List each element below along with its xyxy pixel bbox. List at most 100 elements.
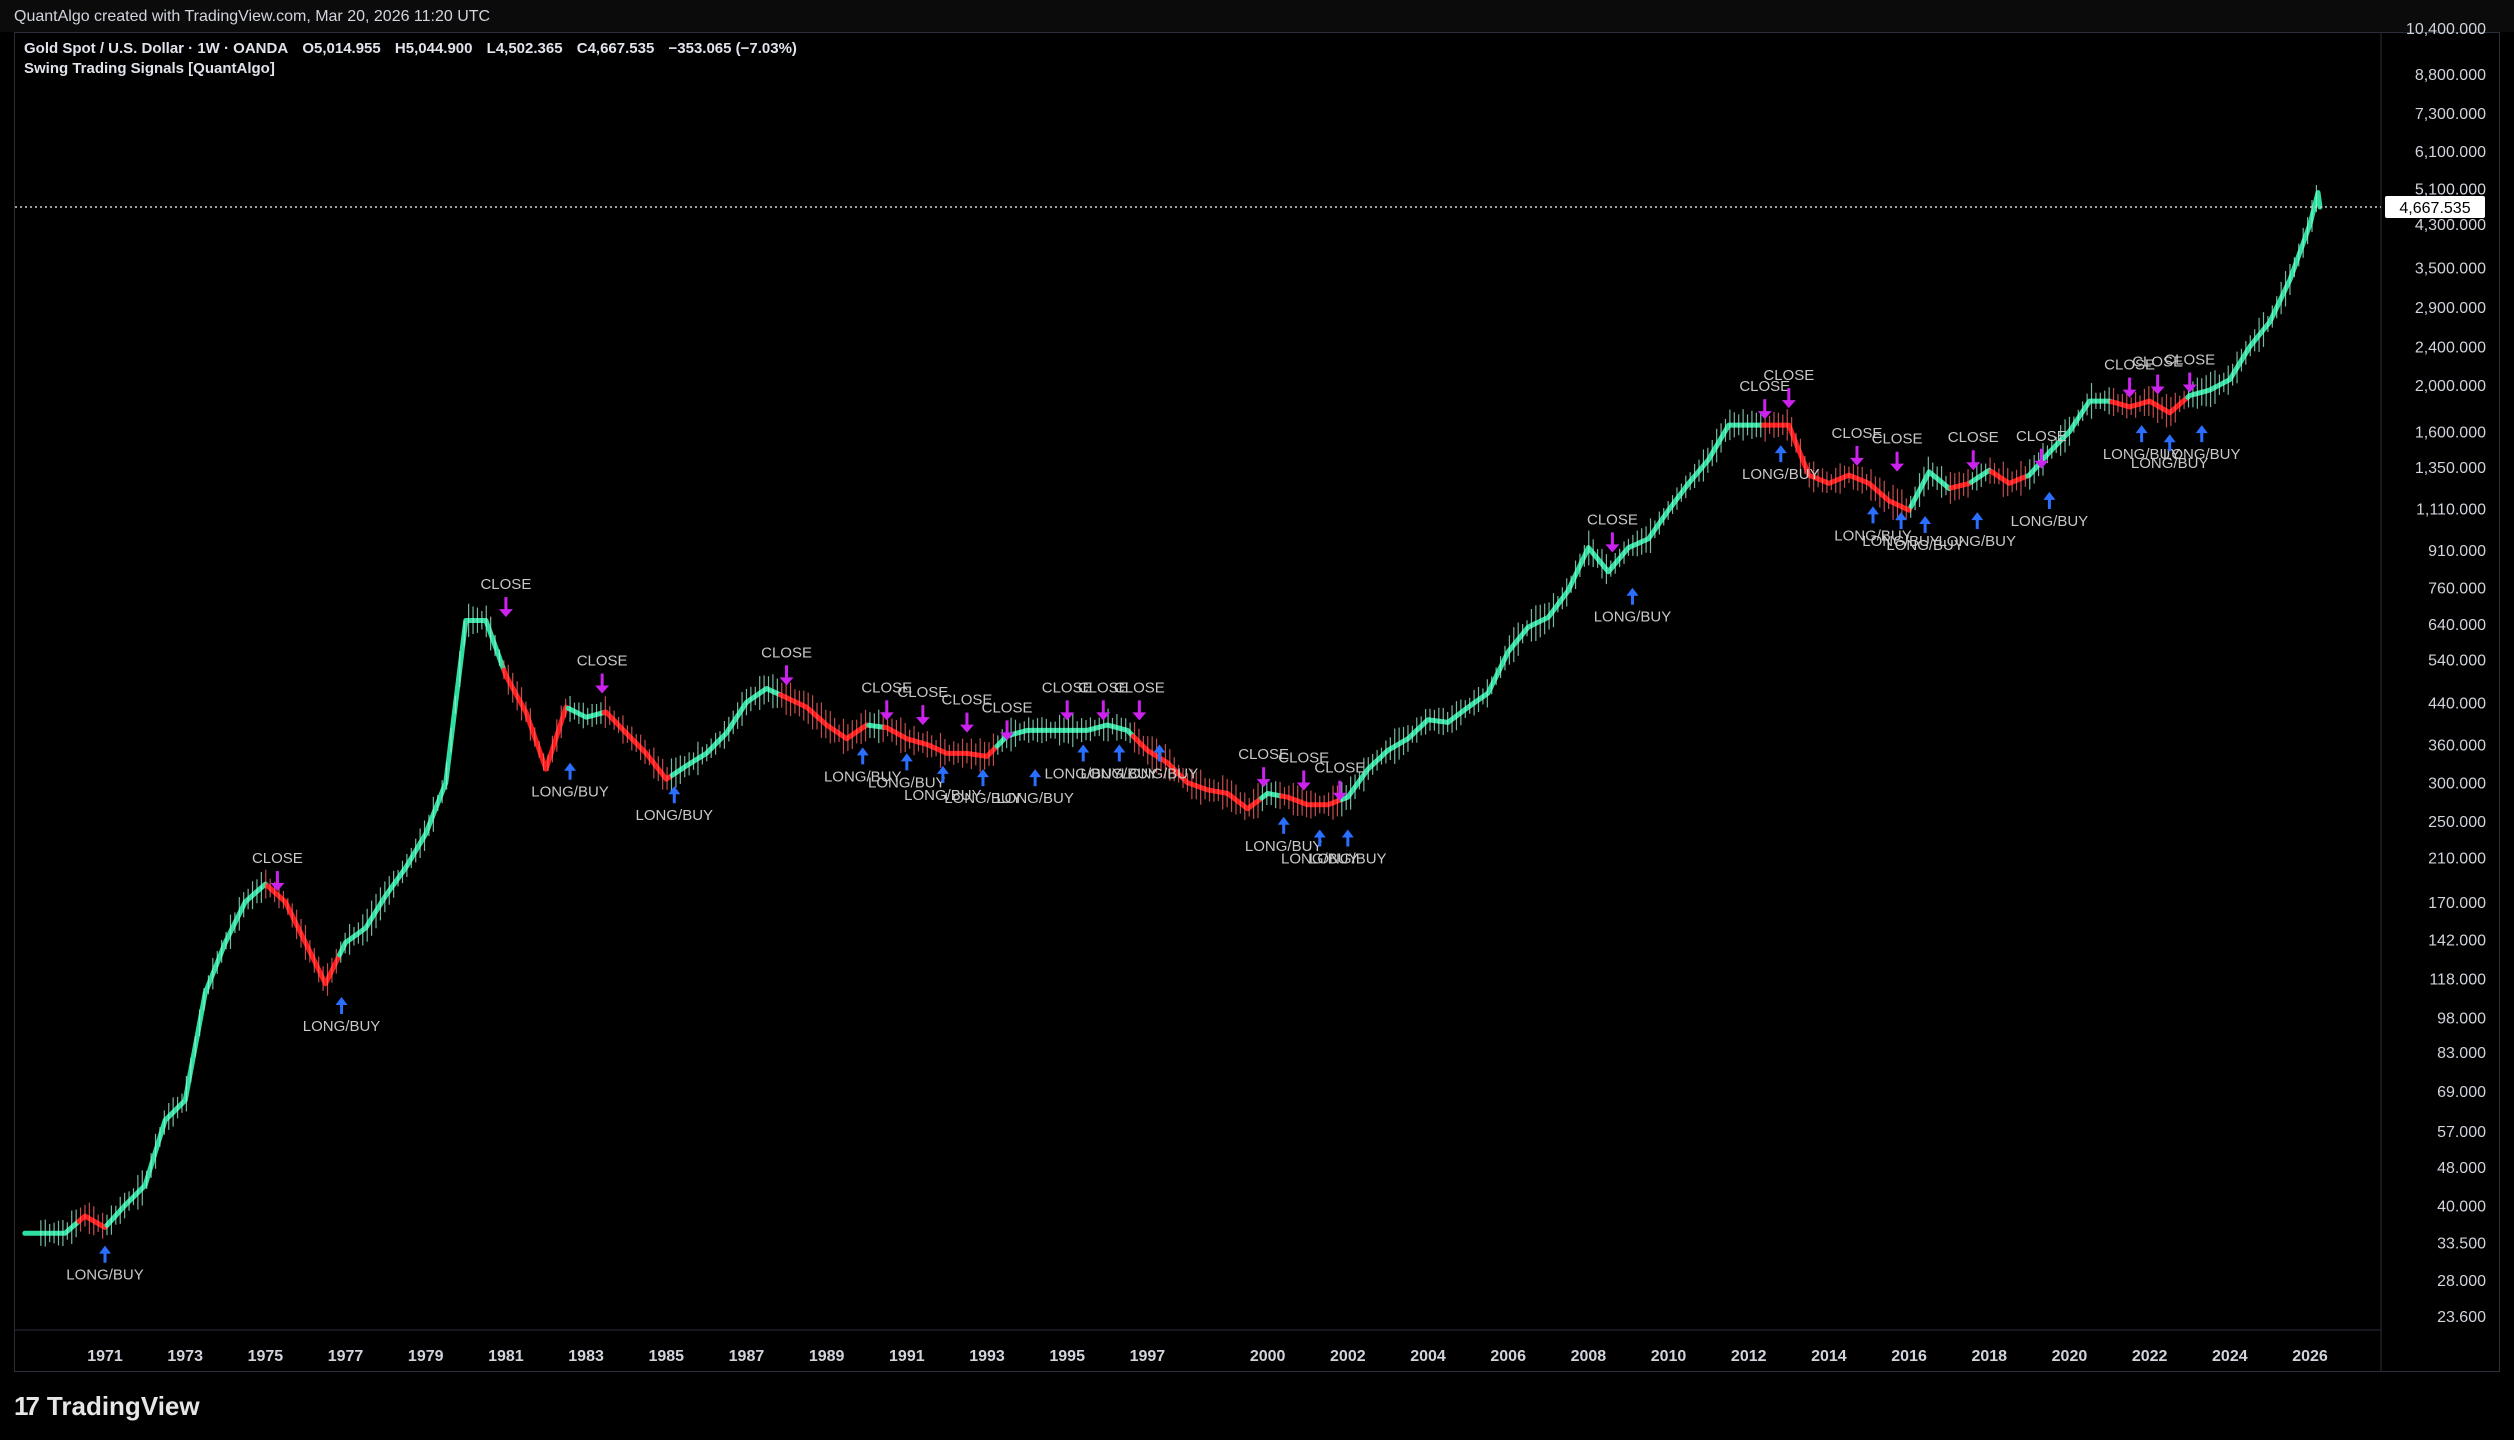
x-tick-label: 2006 xyxy=(1490,1348,1526,1365)
y-tick-label-top: 10,400.000 xyxy=(2406,21,2486,38)
x-tick-label: 1993 xyxy=(969,1348,1005,1365)
indicator-legend[interactable]: Swing Trading Signals [QuantAlgo] xyxy=(24,60,275,77)
long-arrow-head-icon xyxy=(1313,829,1326,838)
close-arrow-head-icon xyxy=(498,609,513,618)
y-tick-label: 28.000 xyxy=(2437,1273,2486,1290)
long-arrow-icon xyxy=(1282,823,1286,834)
signal-layer: LONG/BUY CLOSE LONG/BUY CLOSE LONG/BUY CLOSE L… xyxy=(66,352,2240,1284)
downtrend-segment xyxy=(264,883,342,987)
x-tick-label: 2002 xyxy=(1330,1348,1366,1365)
long-signal: LONG/BUY xyxy=(1594,587,1672,626)
brand-footer[interactable]: 17 TradingView xyxy=(14,1388,200,1424)
close-signal-label: CLOSE xyxy=(982,699,1033,716)
long-signal-label: LONG/BUY xyxy=(1742,466,1820,483)
y-tick-label: 69.000 xyxy=(2437,1084,2486,1101)
close-arrow-icon xyxy=(1137,700,1141,715)
long-arrow-head-icon xyxy=(564,762,577,771)
long-signal: LONG/BUY xyxy=(1938,512,2016,550)
close-signal-label: CLOSE xyxy=(480,576,531,593)
ohlc-open: O5,014.955 xyxy=(302,40,381,57)
close-signal-label: CLOSE xyxy=(1872,431,1923,448)
close-arrow-icon xyxy=(785,665,789,680)
close-arrow-icon xyxy=(1262,767,1266,782)
downtrend-segment xyxy=(1988,469,2030,486)
y-tick-label: 23.600 xyxy=(2437,1309,2486,1326)
close-arrow-icon xyxy=(1895,451,1899,466)
uptrend-segment xyxy=(1339,422,1766,802)
y-tick-label: 98.000 xyxy=(2437,1010,2486,1027)
ohlc-low: L4,502.365 xyxy=(486,40,563,57)
close-arrow-icon xyxy=(600,673,604,688)
close-signal: CLOSE xyxy=(1739,378,1790,420)
x-tick-label: 1975 xyxy=(248,1348,284,1365)
long-signal-label: LONG/BUY xyxy=(1594,609,1672,626)
long-arrow-icon xyxy=(1630,594,1634,605)
close-arrow-icon xyxy=(1971,450,1975,465)
price-chart[interactable]: LONG/BUY CLOSE LONG/BUY CLOSE LONG/BUY CLOSE L… xyxy=(0,0,2514,1440)
y-tick-label: 1,350.000 xyxy=(2415,460,2486,477)
downtrend-segment xyxy=(778,692,872,742)
tradingview-brand: TradingView xyxy=(46,1390,200,1421)
close-arrow-icon xyxy=(1610,532,1614,547)
uptrend-segment xyxy=(104,881,270,1228)
x-tick-label: 2010 xyxy=(1651,1348,1687,1365)
x-tick-label: 2004 xyxy=(1410,1348,1446,1365)
long-signal-label: LONG/BUY xyxy=(996,790,1074,807)
symbol-legend[interactable]: Gold Spot / U.S. Dollar · 1W · OANDA O5,… xyxy=(24,40,807,57)
close-arrow-icon xyxy=(965,712,969,727)
y-tick-label: 2,400.000 xyxy=(2415,340,2486,357)
long-signal: LONG/BUY xyxy=(1121,744,1198,782)
close-arrow-icon xyxy=(504,597,508,612)
y-tick-label: 7,300.000 xyxy=(2415,106,2486,123)
long-signal: LONG/BUY xyxy=(636,786,713,824)
long-arrow-icon xyxy=(1923,522,1927,533)
y-tick-label: 440.000 xyxy=(2428,695,2486,712)
close-arrow-icon xyxy=(921,705,925,720)
long-arrow-head-icon xyxy=(1341,829,1354,838)
close-signal: CLOSE xyxy=(480,576,531,618)
long-arrow-icon xyxy=(672,793,676,804)
close-arrow-head-icon xyxy=(1060,712,1075,721)
long-arrow-head-icon xyxy=(1077,744,1090,753)
x-tick-label: 1983 xyxy=(568,1348,604,1365)
long-arrow-icon xyxy=(905,760,909,771)
close-signal-label: CLOSE xyxy=(1763,367,1814,384)
uptrend-segment xyxy=(337,618,507,958)
last-price-label: 4,667.535 xyxy=(2399,200,2470,217)
long-signal-label: LONG/BUY xyxy=(1309,851,1387,868)
long-arrow-head-icon xyxy=(99,1245,111,1254)
close-signal-label: CLOSE xyxy=(2016,428,2067,445)
long-arrow-icon xyxy=(1033,776,1037,787)
x-tick-label: 2020 xyxy=(2052,1348,2088,1365)
x-tick-label: 2014 xyxy=(1811,1348,1847,1365)
x-tick-label: 1997 xyxy=(1130,1348,1166,1365)
long-arrow-head-icon xyxy=(1113,744,1126,753)
close-arrow-icon xyxy=(1763,399,1767,414)
tradingview-logo-icon: 17 xyxy=(14,1390,40,1421)
close-signal: CLOSE xyxy=(1948,429,1999,471)
long-signal: LONG/BUY xyxy=(303,996,380,1035)
long-arrow-head-icon xyxy=(2043,491,2056,500)
long-arrow-icon xyxy=(981,776,985,787)
downtrend-segment xyxy=(501,667,571,772)
y-tick-label: 210.000 xyxy=(2428,851,2486,868)
close-signal-label: CLOSE xyxy=(761,644,812,661)
long-arrow-head-icon xyxy=(668,786,681,795)
long-arrow-icon xyxy=(1779,452,1783,463)
y-tick-label: 4,300.000 xyxy=(2415,217,2486,234)
close-arrow-head-icon xyxy=(1132,712,1147,721)
long-signal-label: LONG/BUY xyxy=(2011,513,2089,530)
y-tick-label: 8,800.000 xyxy=(2415,67,2486,84)
x-tick-label: 1985 xyxy=(648,1348,684,1365)
long-arrow-head-icon xyxy=(1029,769,1042,778)
y-tick-label: 640.000 xyxy=(2428,617,2486,634)
x-tick-label: 1987 xyxy=(729,1348,765,1365)
ohlc-change: −353.065 (−7.03%) xyxy=(668,40,797,57)
y-tick-label: 910.000 xyxy=(2428,543,2486,560)
x-tick-label: 2018 xyxy=(1971,1348,2007,1365)
close-arrow-icon xyxy=(2188,372,2192,387)
long-arrow-icon xyxy=(2200,432,2204,443)
close-signal: CLOSE xyxy=(1872,431,1923,472)
close-signal-label: CLOSE xyxy=(577,653,628,670)
close-signal: CLOSE xyxy=(2164,352,2215,393)
